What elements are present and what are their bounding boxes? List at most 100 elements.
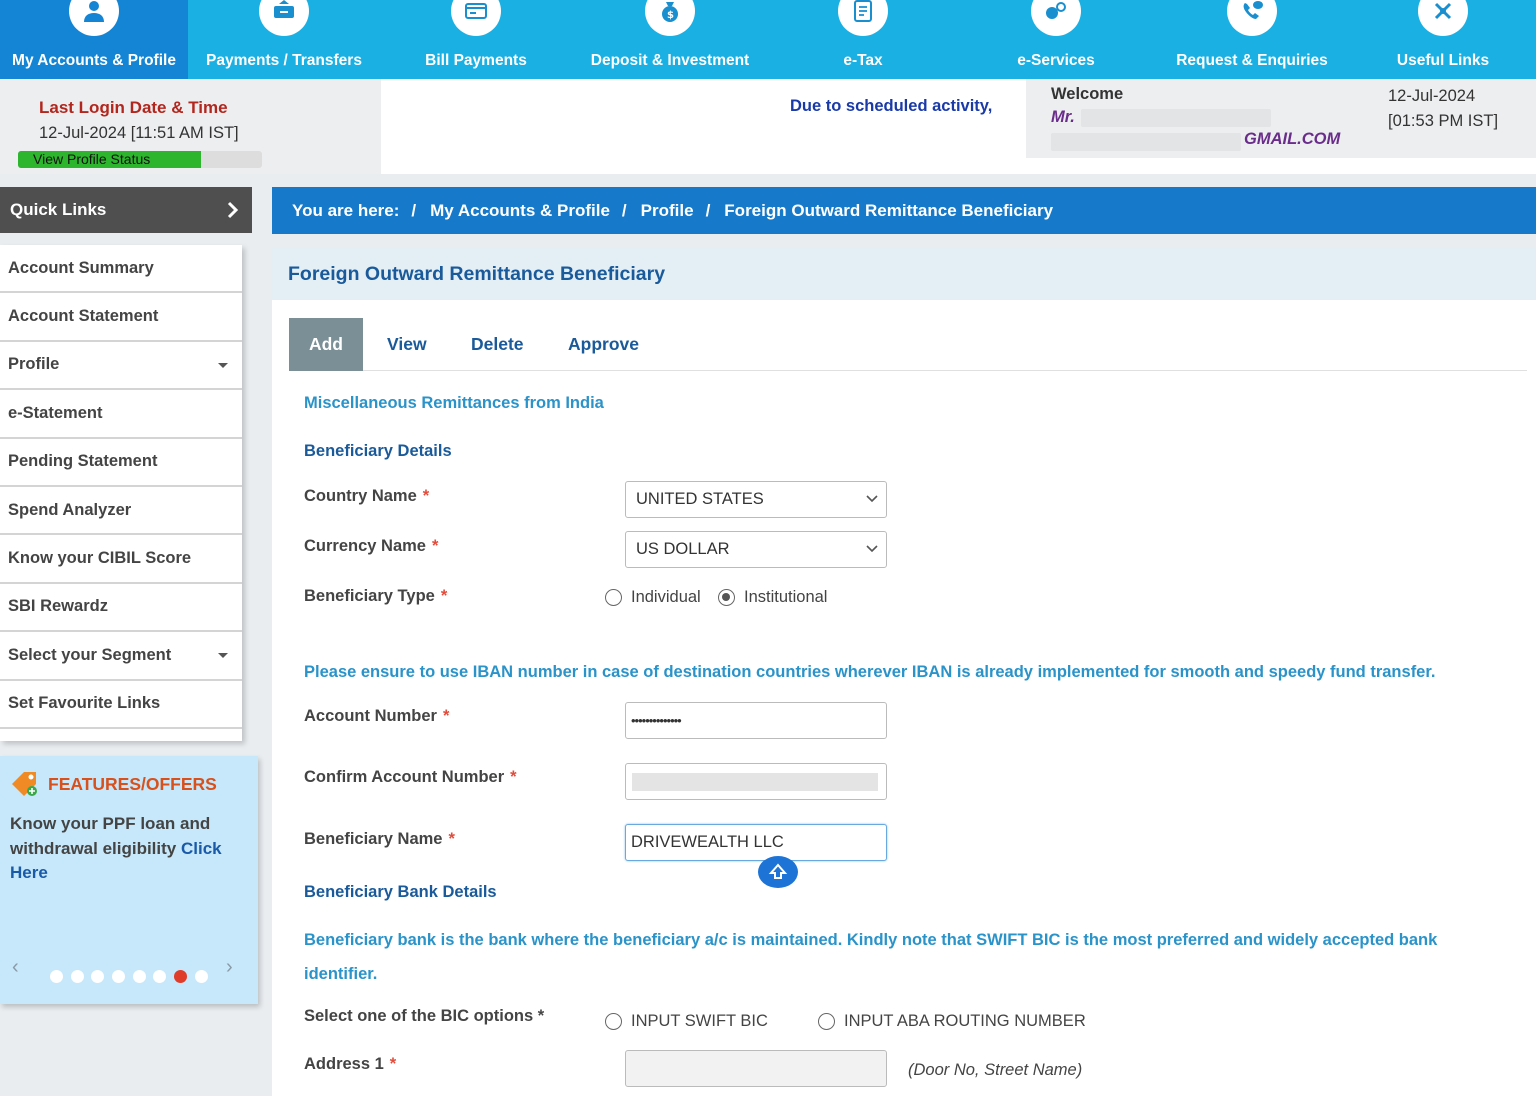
sidebar-item-pending-statement[interactable]: Pending Statement [0, 439, 242, 487]
currency-label: Currency Name * [304, 537, 438, 556]
sidebar-item-spend-analyzer[interactable]: Spend Analyzer [0, 487, 242, 536]
profile-status-bar[interactable]: View Profile Status [18, 151, 262, 168]
radio-circle [605, 589, 622, 606]
nav-bill-payments[interactable]: Bill Payments [380, 0, 572, 79]
required-mark: * [442, 707, 450, 725]
carousel-dot[interactable] [91, 970, 105, 983]
link-icon [1418, 0, 1468, 36]
sidebar-item-label: Set Favourite Links [8, 694, 161, 713]
nav-request-enquiries[interactable]: Request & Enquiries [1154, 0, 1350, 79]
required-mark: * [431, 537, 439, 555]
nav-useful-links[interactable]: Useful Links [1350, 0, 1536, 79]
radio-circle [605, 1013, 622, 1030]
tax-document-icon [838, 0, 888, 36]
welcome-email: GMAIL.COM [1244, 130, 1341, 148]
address1-label: Address 1 * [304, 1055, 396, 1074]
offers-header: FEATURES/OFFERS [10, 770, 217, 798]
nav-label: e-Services [1017, 52, 1095, 69]
section-beneficiary-details: Beneficiary Details [304, 442, 452, 460]
carousel-dot[interactable] [132, 970, 146, 983]
radio-institutional[interactable]: Institutional [718, 588, 827, 607]
carousel-next-icon[interactable]: › [226, 956, 233, 979]
breadcrumb-profile[interactable]: Profile [641, 201, 694, 221]
carousel-dots [50, 970, 216, 983]
last-login-time: 12-Jul-2024 [11:51 AM IST] [39, 124, 239, 142]
radio-label: Individual [631, 588, 701, 606]
sidebar-item-cibil-score[interactable]: Know your CIBIL Score [0, 535, 242, 584]
quick-links-header[interactable]: Quick Links [0, 187, 252, 233]
sidebar-item-sbi-rewardz[interactable]: SBI Rewardz [0, 584, 242, 633]
caret-down-icon [218, 362, 228, 368]
nav-label: Deposit & Investment [590, 52, 750, 69]
shift-arrow-icon [768, 863, 788, 879]
country-select[interactable]: UNITED STATES [625, 481, 887, 518]
radio-aba-routing[interactable]: INPUT ABA ROUTING NUMBER [818, 1012, 1086, 1031]
chevron-right-icon [227, 201, 239, 219]
nav-e-tax[interactable]: e-Tax [768, 0, 958, 79]
address1-hint: (Door No, Street Name) [908, 1061, 1083, 1079]
sidebar-item-account-statement[interactable]: Account Statement [0, 293, 242, 342]
radio-label: Institutional [744, 588, 828, 606]
tab-approve[interactable]: Approve [568, 318, 639, 371]
carousel-dot[interactable] [194, 970, 208, 983]
tab-view[interactable]: View [387, 318, 427, 371]
welcome-name: Mr. [1051, 108, 1075, 126]
section-bank-details: Beneficiary Bank Details [304, 883, 497, 901]
sidebar-item-label: Know your CIBIL Score [8, 549, 192, 568]
sidebar-item-select-segment[interactable]: Select your Segment [0, 632, 242, 681]
beneficiary-name-input[interactable]: DRIVEWEALTH LLC [625, 824, 887, 861]
sidebar-item-profile[interactable]: Profile [0, 342, 242, 391]
nav-deposit-investment[interactable]: $ Deposit & Investment [572, 0, 768, 79]
required-mark: * [440, 587, 448, 605]
country-label: Country Name * [304, 487, 429, 506]
services-icon [1031, 0, 1081, 36]
radio-swift-bic[interactable]: INPUT SWIFT BIC [605, 1012, 768, 1031]
last-login-title: Last Login Date & Time [39, 98, 228, 117]
account-number-input[interactable]: •••••••••••••• [625, 702, 887, 739]
required-mark: * [422, 487, 430, 505]
tab-delete[interactable]: Delete [471, 318, 524, 371]
chevron-down-icon [866, 495, 878, 503]
carousel-prev-icon[interactable]: ‹ [12, 956, 19, 979]
sidebar-item-label: e-Statement [8, 403, 103, 422]
bill-icon [451, 0, 501, 36]
field-label-text: Country Name [304, 487, 417, 505]
tab-add[interactable]: Add [289, 318, 363, 371]
quick-links-list: Account Summary Account Statement Profil… [0, 245, 242, 741]
carousel-dot[interactable] [70, 970, 84, 983]
nav-e-services[interactable]: e-Services [958, 0, 1154, 79]
features-offers-panel: FEATURES/OFFERS Know your PPF loan and w… [0, 756, 258, 1004]
quick-links-title: Quick Links [10, 200, 107, 219]
keyboard-shift-button[interactable] [758, 856, 798, 888]
currency-select-value: US DOLLAR [636, 540, 730, 558]
carousel-dot[interactable] [50, 970, 63, 983]
carousel-dot[interactable] [153, 970, 167, 983]
breadcrumb-prefix: You are here: [292, 200, 400, 220]
sidebar-item-label: Profile [8, 355, 60, 374]
caret-down-icon [218, 653, 228, 659]
carousel-dot-active[interactable] [174, 970, 188, 983]
breadcrumb-my-accounts[interactable]: My Accounts & Profile [430, 201, 610, 221]
currency-select[interactable]: US DOLLAR [625, 531, 887, 568]
sidebar-item-favourite-links[interactable]: Set Favourite Links [0, 681, 242, 729]
sidebar-item-e-statement[interactable]: e-Statement [0, 390, 242, 439]
radio-individual[interactable]: Individual [605, 588, 701, 607]
money-bag-icon: $ [645, 0, 695, 36]
sidebar-item-account-summary[interactable]: Account Summary [0, 245, 242, 294]
field-label-text: Beneficiary Type [304, 587, 435, 605]
country-select-value: UNITED STATES [636, 490, 764, 508]
nav-label: e-Tax [843, 52, 883, 69]
carousel-dot[interactable] [112, 970, 126, 983]
offers-text: Know your PPF loan and withdrawal eligib… [10, 812, 250, 886]
address1-input[interactable] [625, 1050, 887, 1087]
masked-value [632, 773, 878, 791]
nav-payments-transfers[interactable]: Payments / Transfers [188, 0, 380, 79]
breadcrumb: You are here: / My Accounts & Profile / … [272, 187, 1536, 234]
breadcrumb-separator: / [621, 200, 627, 220]
radio-circle [818, 1013, 835, 1030]
welcome-title: Welcome [1051, 85, 1124, 103]
nav-my-accounts[interactable]: My Accounts & Profile [0, 0, 188, 79]
field-label-text: Address 1 [304, 1055, 384, 1073]
confirm-account-input[interactable] [625, 763, 887, 800]
offer-tag-icon [12, 772, 37, 796]
